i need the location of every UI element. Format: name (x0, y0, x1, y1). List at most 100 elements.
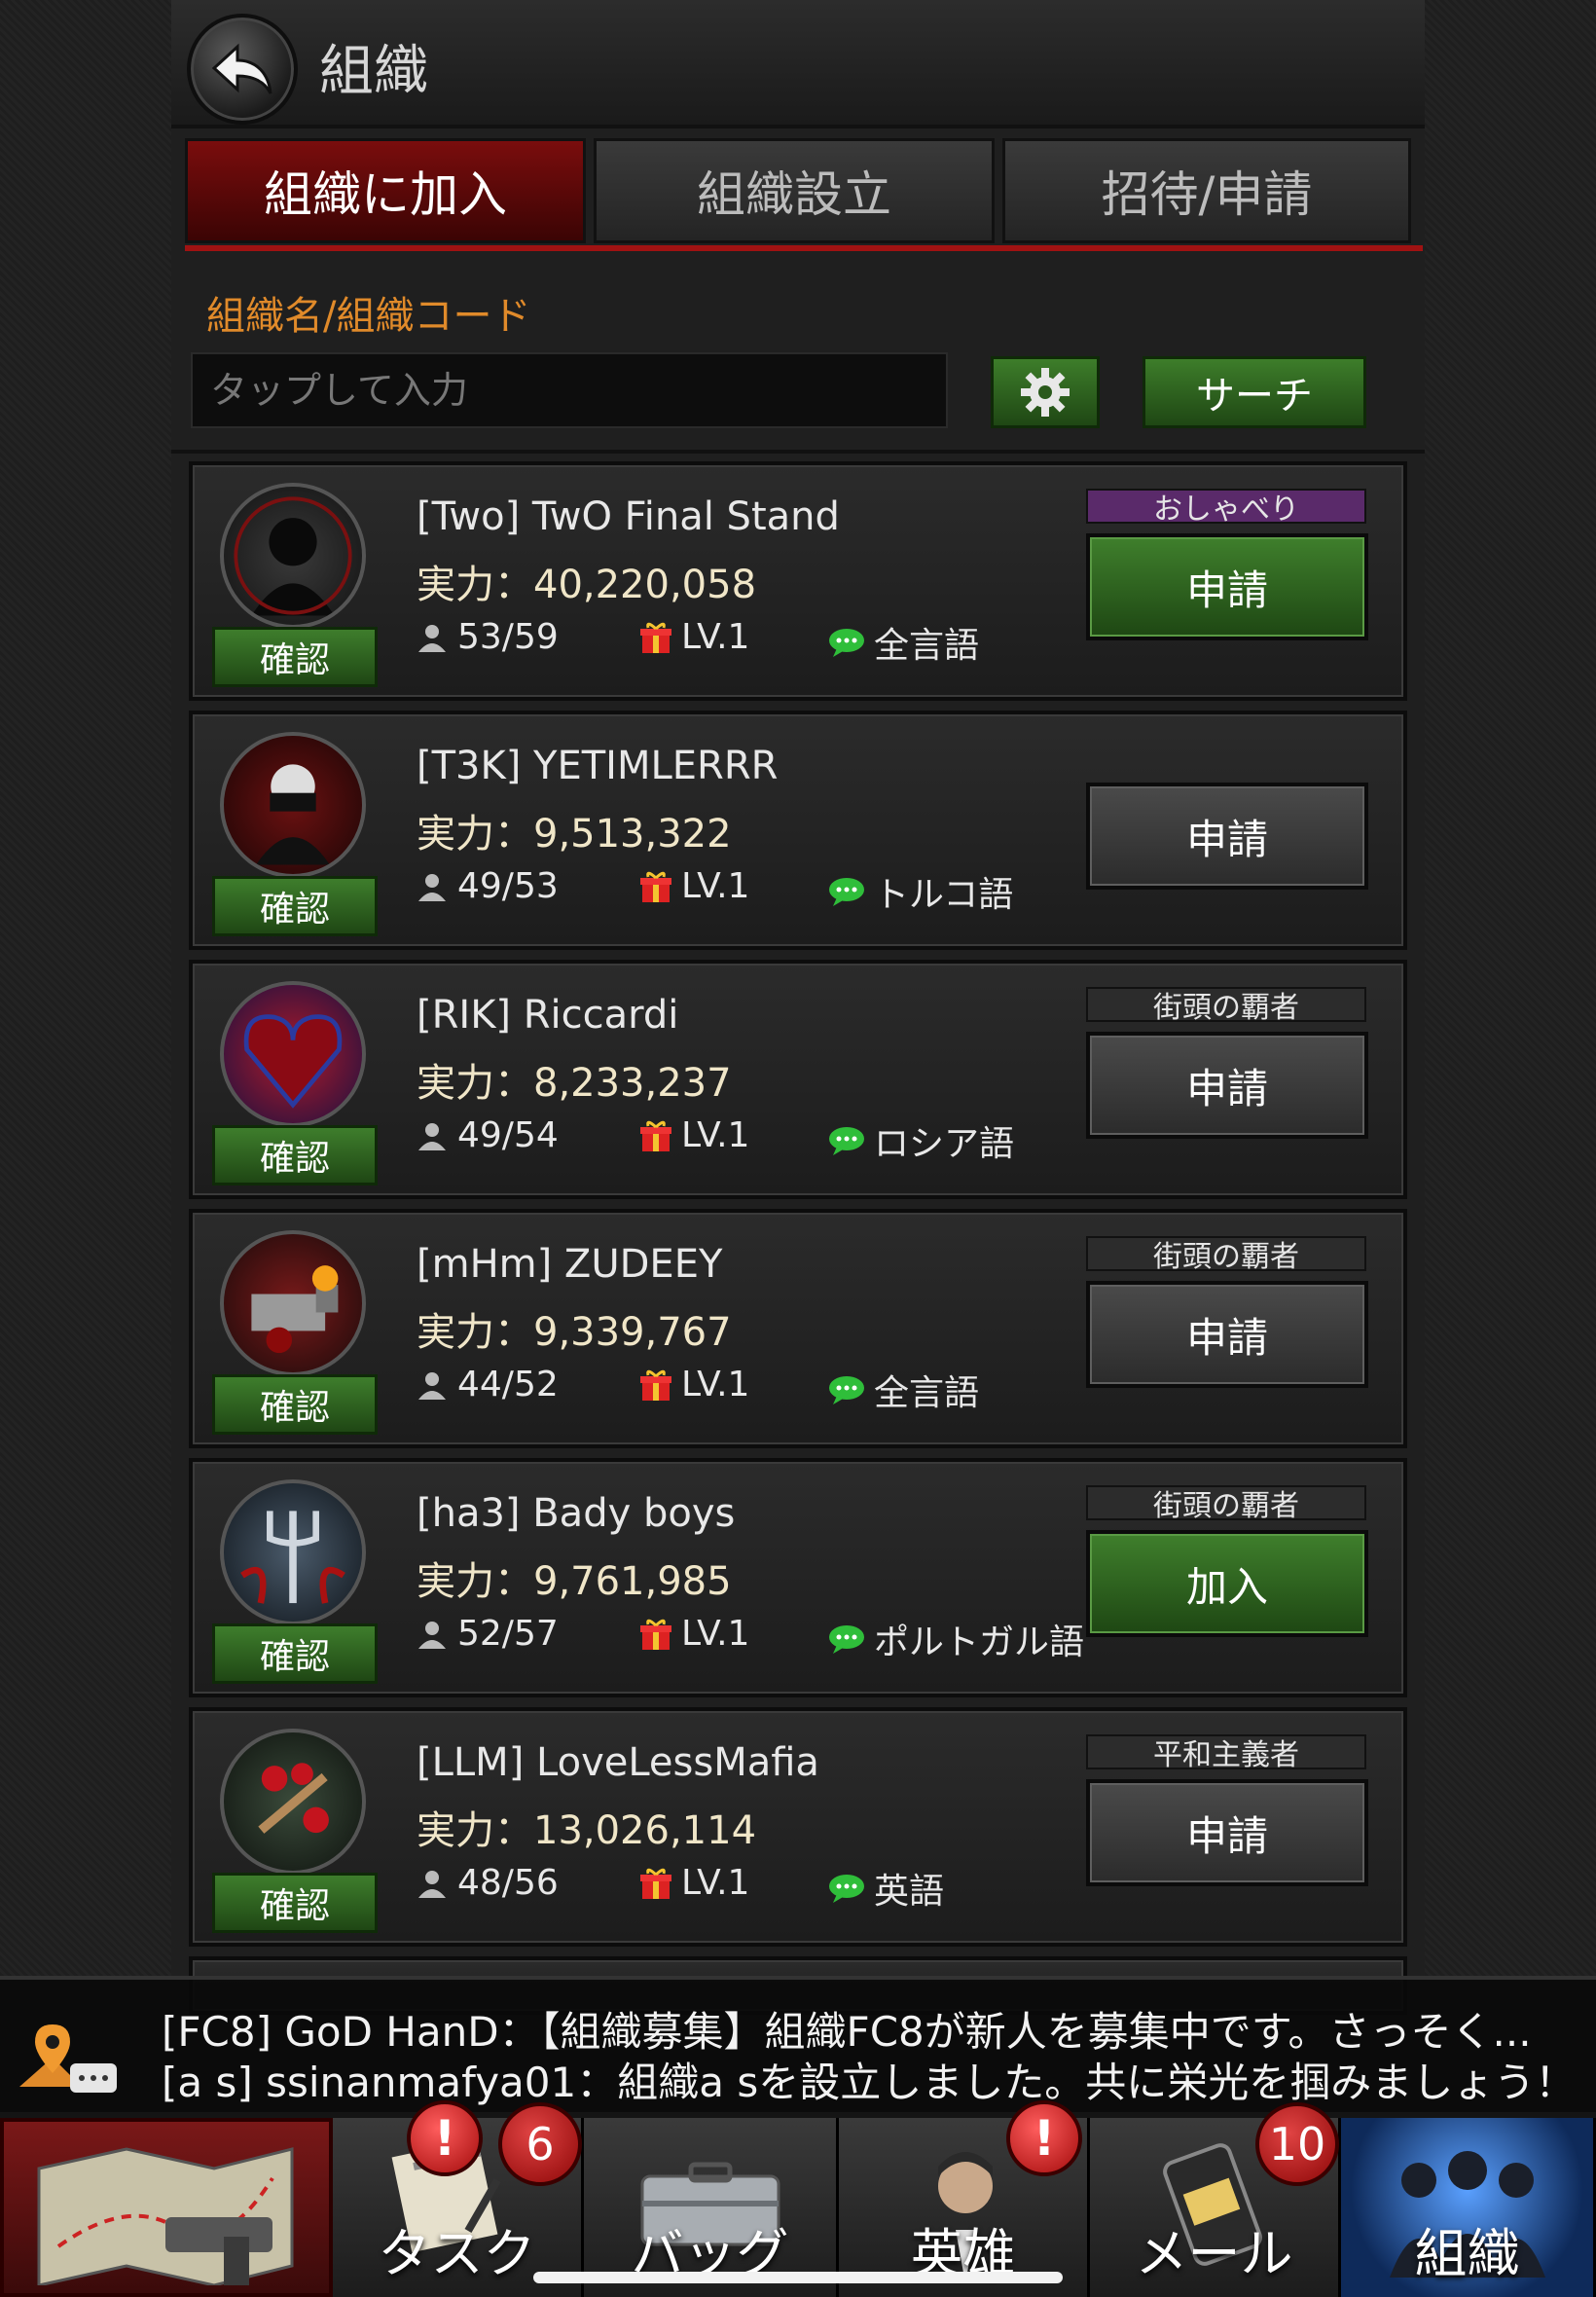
level-value: LV.1 (681, 1115, 750, 1155)
gift-icon (640, 622, 671, 653)
organization-language: 英語 (827, 1863, 944, 1914)
confirm-button[interactable]: 確認 (212, 1873, 378, 1933)
apply-button[interactable]: 申請 (1086, 1032, 1368, 1139)
confirm-button[interactable]: 確認 (212, 1374, 378, 1435)
organization-emblem (220, 981, 366, 1127)
member-count: 49/53 (415, 866, 559, 906)
search-input[interactable]: タップして入力 (191, 352, 948, 428)
language-value: 英語 (874, 1872, 945, 1912)
join-button[interactable]: 加入 (1086, 1530, 1368, 1637)
confirm-button[interactable]: 確認 (212, 1623, 378, 1684)
organization-power: 実力：9,513,322 (417, 812, 732, 857)
organization-emblem (220, 1729, 366, 1875)
home-indicator[interactable] (533, 2272, 1063, 2283)
filter-settings-button[interactable] (991, 356, 1100, 428)
search-button[interactable]: サーチ (1143, 356, 1366, 428)
location-chat-icon (19, 2024, 117, 2093)
organization-emblem (220, 483, 366, 629)
language-value: トルコ語 (874, 875, 1014, 915)
organization-row: 確認 [LLM] LoveLessMafia 実力：13,026,114 48/… (189, 1707, 1407, 1947)
nav-bag[interactable]: バッグ (584, 2118, 839, 2297)
organization-level: LV.1 (638, 1614, 749, 1654)
tab-bar: 組織に加入 組織設立 招待/申請 (185, 138, 1411, 247)
divider (171, 450, 1425, 454)
gift-icon (640, 1120, 671, 1151)
level-value: LV.1 (681, 1365, 750, 1404)
nav-mail-label: メール (1135, 2223, 1293, 2284)
level-value: LV.1 (681, 866, 750, 906)
tab-join-organization[interactable]: 組織に加入 (185, 138, 586, 243)
member-icon (418, 1122, 446, 1150)
organization-row: 確認 [T3K] YETIMLERRR 実力：9,513,322 49/53 L… (189, 711, 1407, 950)
member-icon (418, 1371, 446, 1400)
member-count: 53/59 (415, 617, 559, 657)
gear-icon (1021, 368, 1070, 417)
organization-language: 全言語 (827, 1365, 979, 1415)
chat-bubble-icon (829, 1625, 864, 1654)
language-value: 全言語 (874, 1373, 980, 1413)
organization-power: 実力：9,761,985 (417, 1559, 732, 1604)
member-count-value: 48/56 (457, 1863, 559, 1903)
confirm-button[interactable]: 確認 (212, 876, 378, 936)
hero-alert-badge: ! (1006, 2100, 1082, 2176)
tab-underline (185, 245, 1423, 251)
member-icon (418, 873, 446, 901)
search-label: 組織名/組織コード (206, 294, 531, 339)
confirm-button[interactable]: 確認 (212, 1125, 378, 1185)
organization-power: 実力：13,026,114 (417, 1808, 757, 1853)
organization-language: トルコ語 (827, 866, 1013, 917)
organization-level: LV.1 (638, 1365, 749, 1404)
chat-bubble-icon (829, 1376, 864, 1404)
organization-panel: 組織 組織に加入 組織設立 招待/申請 組織名/組織コード タップして入力 サー… (171, 0, 1425, 2015)
member-count-value: 53/59 (457, 617, 559, 657)
organization-emblem (220, 1230, 366, 1376)
organization-level: LV.1 (638, 1863, 749, 1903)
organization-name: [LLM] LoveLessMafia (417, 1740, 819, 1785)
chat-ticker[interactable]: [FC8] GoD HanD：【組織募集】組織FC8が新人を募集中です。さっそく… (0, 1976, 1596, 2116)
back-arrow-icon (211, 43, 272, 94)
level-value: LV.1 (681, 617, 750, 657)
organization-tag: 街頭の覇者 (1086, 1485, 1366, 1523)
organization-row: 確認 [RIK] Riccardi 実力：8,233,237 49/54 LV.… (189, 960, 1407, 1199)
tab-invite-apply[interactable]: 招待/申請 (1002, 138, 1411, 243)
chat-bubble-icon (829, 878, 864, 906)
chat-bubble-icon (829, 1875, 864, 1903)
apply-button[interactable]: 申請 (1086, 1281, 1368, 1388)
tab-create-organization[interactable]: 組織設立 (594, 138, 995, 243)
organization-power: 実力：40,220,058 (417, 563, 757, 607)
member-count-value: 52/57 (457, 1614, 559, 1654)
organization-power: 実力：8,233,237 (417, 1061, 732, 1106)
organization-tag: おしゃべり (1086, 489, 1366, 527)
apply-button[interactable]: 申請 (1086, 1779, 1368, 1886)
organization-name: [ha3] Bady boys (417, 1491, 736, 1536)
member-count: 52/57 (415, 1614, 559, 1654)
apply-button[interactable]: 申請 (1086, 783, 1368, 890)
language-value: ロシア語 (874, 1124, 1015, 1164)
organization-row: 確認 [ha3] Bady boys 実力：9,761,985 52/57 LV… (189, 1458, 1407, 1697)
member-count-value: 44/52 (457, 1365, 559, 1404)
organization-row: 確認 [Two] TwO Final Stand 実力：40,220,058 5… (189, 461, 1407, 701)
nav-organization[interactable]: 組織 (1341, 2118, 1596, 2297)
nav-map[interactable] (0, 2118, 333, 2297)
organization-name: [RIK] Riccardi (417, 993, 679, 1038)
gift-icon (640, 1619, 671, 1650)
organization-tag: 街頭の覇者 (1086, 1236, 1366, 1274)
member-count: 48/56 (415, 1863, 559, 1903)
level-value: LV.1 (681, 1614, 750, 1654)
back-button[interactable] (187, 14, 298, 125)
map-icon (37, 2147, 294, 2285)
organization-tag: 街頭の覇者 (1086, 987, 1366, 1025)
organization-name: [mHm] ZUDEEY (417, 1242, 723, 1287)
apply-button[interactable]: 申請 (1086, 533, 1368, 640)
task-alert-badge: ! (407, 2100, 483, 2176)
language-value: ポルトガル語 (874, 1622, 1085, 1662)
organization-level: LV.1 (638, 866, 749, 906)
language-value: 全言語 (874, 626, 980, 666)
nav-organization-label: 組織 (1414, 2223, 1520, 2284)
member-count: 44/52 (415, 1365, 559, 1404)
organization-tag: 平和主義者 (1086, 1734, 1366, 1772)
member-icon (418, 624, 446, 652)
confirm-button[interactable]: 確認 (212, 627, 378, 687)
chat-bubble-icon (829, 629, 864, 657)
left-background (0, 0, 171, 1976)
